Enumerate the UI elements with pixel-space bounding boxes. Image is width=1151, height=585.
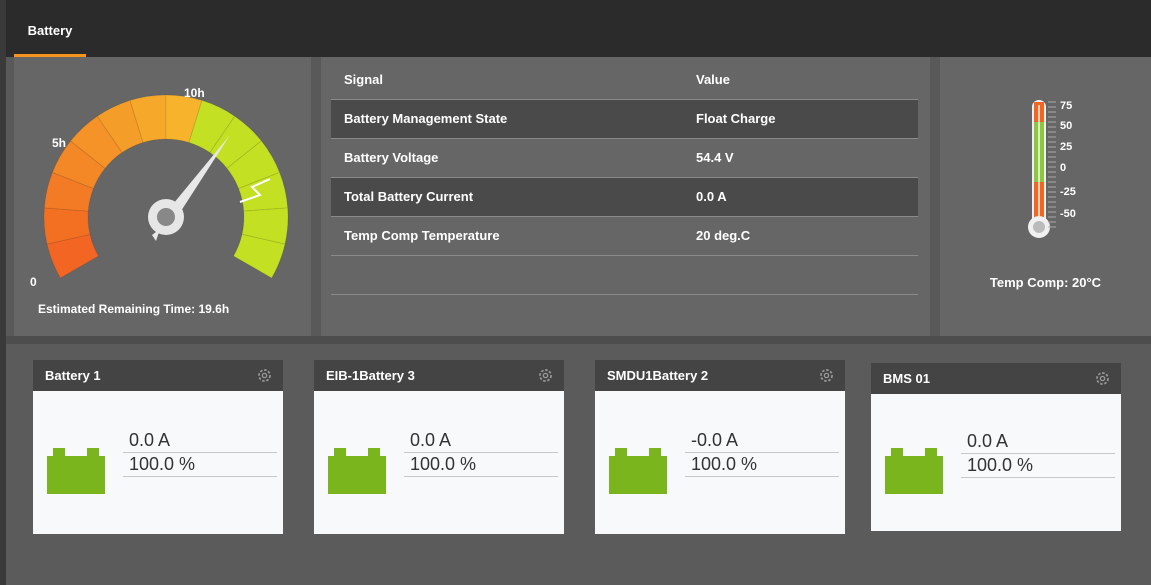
- thermo-tick-label: 25: [1060, 141, 1073, 153]
- table-row: Battery Management State Float Charge: [331, 99, 918, 139]
- battery-current: -0.0 A: [685, 429, 839, 453]
- column-header-value: Value: [683, 60, 918, 100]
- gauge-label-5h: 5h: [52, 136, 67, 150]
- battery-capacity: 100.0 %: [961, 454, 1115, 478]
- thermo-tick-label: 50: [1060, 120, 1073, 132]
- signal-value: Float Charge: [683, 99, 918, 139]
- remaining-time-gauge-panel: 0 5h 10h Estimated Remaining Time: 19.6h: [14, 57, 311, 336]
- signal-value: 20 deg.C: [683, 216, 918, 256]
- temp-comp-panel: 75 50 25 0 -25 -50 Temp Comp: 20°C: [940, 57, 1151, 336]
- gear-icon[interactable]: [537, 367, 554, 384]
- thermo-tick-label: 75: [1060, 100, 1073, 112]
- signal-name: Battery Voltage: [331, 138, 683, 178]
- battery-current: 0.0 A: [404, 429, 558, 453]
- battery-capacity: 100.0 %: [123, 453, 277, 477]
- battery-name: EIB-1Battery 3: [326, 368, 415, 383]
- table-row: Battery Voltage 54.4 V: [331, 138, 918, 178]
- table-header-row: Signal Value: [331, 60, 918, 100]
- signal-value: 54.4 V: [683, 138, 918, 178]
- battery-name: Battery 1: [45, 368, 101, 383]
- gauge-label-zero: 0: [30, 275, 37, 289]
- gear-icon[interactable]: [256, 367, 273, 384]
- battery-card-header: EIB-1Battery 3: [314, 360, 564, 391]
- signal-table: Signal Value Battery Management State Fl…: [331, 60, 918, 295]
- tab-bar: Battery: [6, 0, 1151, 57]
- temp-comp-caption: Temp Comp: 20°C: [989, 275, 1102, 290]
- thermo-tick-label: -25: [1060, 186, 1076, 198]
- battery-capacity: 100.0 %: [404, 453, 558, 477]
- table-row: Total Battery Current 0.0 A: [331, 177, 918, 217]
- battery-capacity: 100.0 %: [685, 453, 839, 477]
- battery-current: 0.0 A: [961, 430, 1115, 454]
- section-divider: [6, 336, 1151, 344]
- battery-card[interactable]: SMDU1Battery 2 -0.0 A 100.0 %: [595, 360, 845, 534]
- thermo-tick-label: -50: [1060, 208, 1076, 220]
- gauge-label-10h: 10h: [184, 86, 205, 100]
- signal-name: Battery Management State: [331, 99, 683, 139]
- battery-card[interactable]: Battery 1 0.0 A 100.0 %: [33, 360, 283, 534]
- signal-value: 0.0 A: [683, 177, 918, 217]
- battery-card-header: SMDU1Battery 2: [595, 360, 845, 391]
- remaining-time-gauge: [43, 94, 289, 279]
- battery-name: BMS 01: [883, 371, 930, 386]
- battery-icon: [609, 448, 667, 494]
- battery-icon: [885, 448, 943, 494]
- signal-table-panel: Signal Value Battery Management State Fl…: [321, 57, 930, 336]
- battery-icon: [47, 448, 105, 494]
- signal-name: Total Battery Current: [331, 177, 683, 217]
- battery-card-header: BMS 01: [871, 363, 1121, 394]
- table-row: Temp Comp Temperature 20 deg.C: [331, 216, 918, 256]
- battery-card[interactable]: EIB-1Battery 3 0.0 A 100.0 %: [314, 360, 564, 534]
- battery-name: SMDU1Battery 2: [607, 368, 709, 383]
- thermo-tick-label: 0: [1060, 162, 1067, 174]
- column-header-signal: Signal: [331, 60, 683, 100]
- battery-cards-panel: Battery 1 0.0 A 100.0 % EIB-1Battery 3 0…: [6, 344, 1151, 585]
- battery-card[interactable]: BMS 01 0.0 A 100.0 %: [871, 363, 1121, 531]
- signal-name: Temp Comp Temperature: [331, 216, 683, 256]
- battery-current: 0.0 A: [123, 429, 277, 453]
- estimated-remaining-time: Estimated Remaining Time: 19.6h: [38, 302, 230, 316]
- thermometer-icon: [1028, 100, 1056, 238]
- battery-card-header: Battery 1: [33, 360, 283, 391]
- battery-icon: [328, 448, 386, 494]
- table-row-empty: [331, 255, 918, 295]
- gear-icon[interactable]: [1094, 370, 1111, 387]
- gear-icon[interactable]: [818, 367, 835, 384]
- tab-battery[interactable]: Battery: [14, 0, 86, 57]
